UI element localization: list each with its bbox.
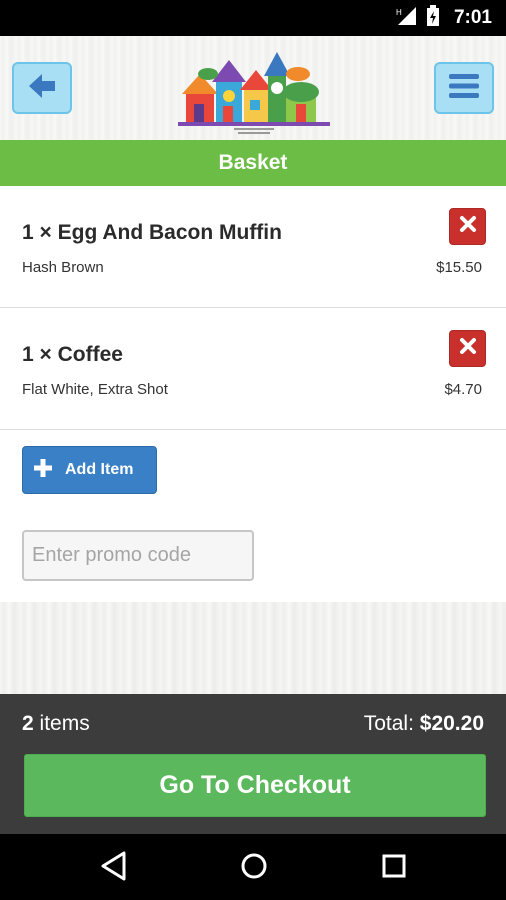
- close-x-icon: [459, 215, 477, 238]
- nav-home-circle-icon[interactable]: [239, 850, 269, 887]
- svg-text:H: H: [396, 8, 402, 17]
- item-name: 1 × Coffee: [22, 343, 123, 366]
- item-count: 2 items: [22, 712, 90, 736]
- item-count-number: 2: [22, 712, 34, 735]
- arrow-left-icon: [27, 72, 57, 105]
- status-clock: 7:01: [453, 7, 492, 28]
- background-texture: [0, 602, 506, 694]
- battery-charging-icon: [426, 4, 440, 32]
- status-bar: H 7:01: [0, 0, 506, 36]
- basket-footer: 2 items Total: $20.20 Go To Checkout: [0, 694, 506, 834]
- basket-item: 1 × Coffee Flat White, Extra Shot $4.70: [0, 308, 506, 430]
- back-button[interactable]: [12, 62, 72, 114]
- menu-button[interactable]: [434, 62, 494, 114]
- add-item-button[interactable]: Add Item: [22, 446, 157, 494]
- checkout-button[interactable]: Go To Checkout: [24, 754, 486, 817]
- system-nav-bar: [0, 834, 506, 900]
- nav-recents-square-icon[interactable]: [380, 850, 408, 887]
- item-count-label: items: [39, 712, 90, 735]
- item-options: Hash Brown: [22, 259, 104, 276]
- remove-item-button[interactable]: [449, 208, 486, 245]
- add-item-label: Add Item: [65, 461, 134, 478]
- app-header: [0, 36, 506, 140]
- item-price: $4.70: [444, 381, 482, 398]
- item-name: 1 × Egg And Bacon Muffin: [22, 221, 282, 244]
- total-label: Total:: [363, 712, 414, 735]
- remove-item-button[interactable]: [449, 330, 486, 367]
- village-houses-logo: [178, 44, 330, 138]
- item-price: $15.50: [436, 259, 482, 276]
- page-title: Basket: [0, 140, 506, 186]
- hamburger-menu-icon: [448, 73, 480, 104]
- close-x-icon: [459, 337, 477, 360]
- plus-icon: [33, 458, 53, 483]
- total-value: $20.20: [419, 712, 484, 735]
- basket-list: 1 × Egg And Bacon Muffin Hash Brown $15.…: [0, 186, 506, 602]
- nav-back-triangle-icon[interactable]: [100, 850, 128, 887]
- basket-total: Total: $20.20: [364, 712, 484, 736]
- item-options: Flat White, Extra Shot: [22, 381, 168, 398]
- basket-item: 1 × Egg And Bacon Muffin Hash Brown $15.…: [0, 186, 506, 308]
- signal-icon: H: [396, 6, 418, 31]
- promo-code-input[interactable]: [22, 530, 254, 581]
